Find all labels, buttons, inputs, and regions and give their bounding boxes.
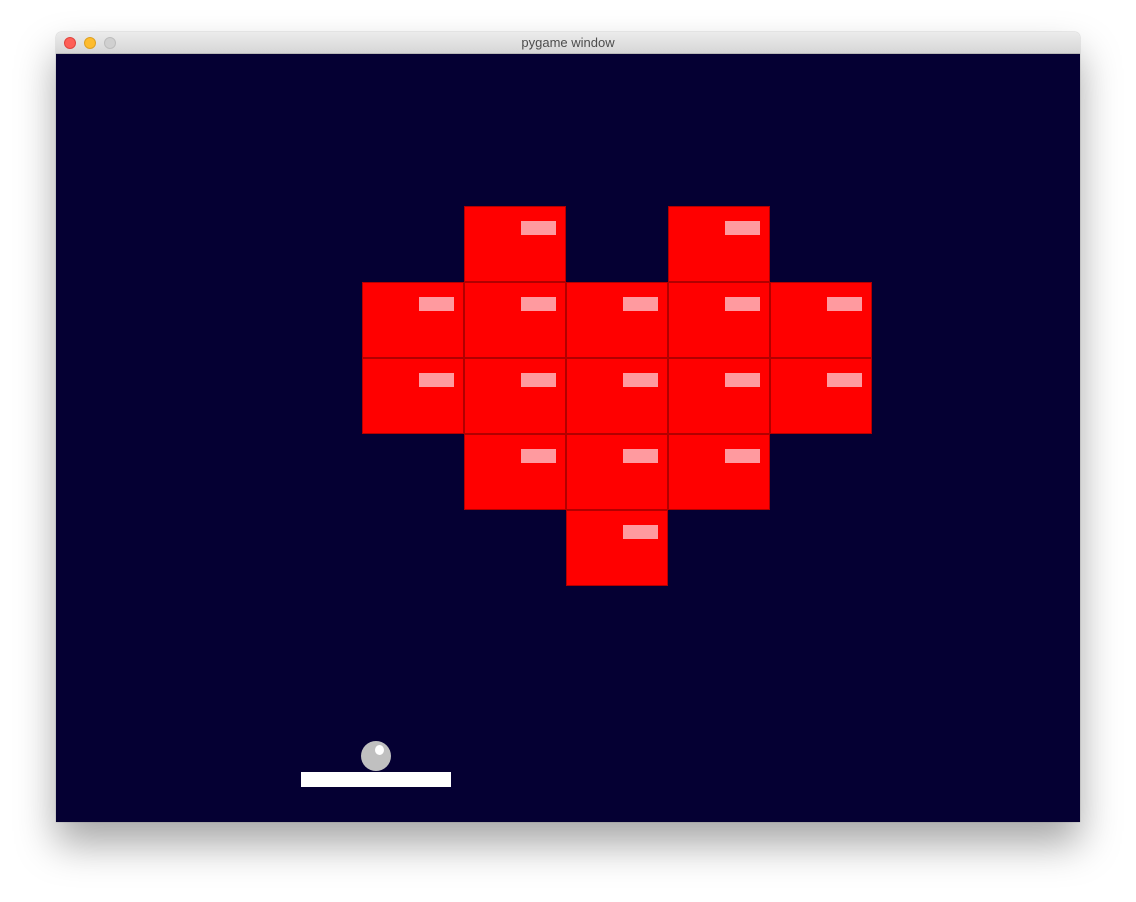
brick [668,282,770,358]
brick-shine [623,373,658,387]
brick [464,206,566,282]
brick-shine [419,297,454,311]
brick [668,206,770,282]
brick [464,282,566,358]
brick [668,358,770,434]
brick [464,358,566,434]
brick-shine [521,297,556,311]
brick [566,510,668,586]
brick-shine [827,297,862,311]
brick [566,434,668,510]
game-window: pygame window [56,32,1080,822]
brick [668,434,770,510]
brick-shine [623,525,658,539]
title-bar[interactable]: pygame window [56,32,1080,54]
brick-shine [623,297,658,311]
ball [361,741,391,771]
brick [464,434,566,510]
brick [362,282,464,358]
brick-shine [521,449,556,463]
brick-shine [725,373,760,387]
brick-shine [725,449,760,463]
brick [770,282,872,358]
brick-shine [725,297,760,311]
brick-shine [521,221,556,235]
paddle[interactable] [301,772,451,787]
game-canvas[interactable] [56,54,1080,822]
brick-shine [419,373,454,387]
brick-shine [623,449,658,463]
brick [566,282,668,358]
brick-shine [521,373,556,387]
brick [566,358,668,434]
ball-highlight [375,745,384,755]
window-title: pygame window [521,35,615,50]
brick [770,358,872,434]
brick-shine [725,221,760,235]
brick-shine [827,373,862,387]
brick [362,358,464,434]
